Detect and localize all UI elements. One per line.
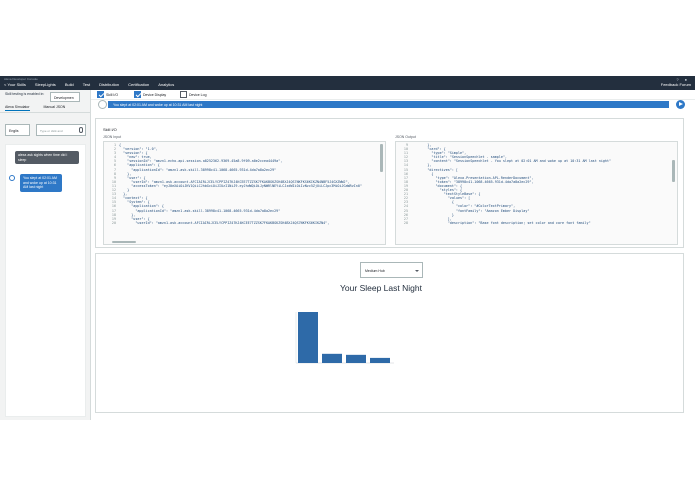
vertical-scrollbar[interactable] [380, 144, 383, 172]
tab-divider [0, 112, 91, 113]
device-log-label: Device Log [189, 92, 207, 97]
language-select[interactable]: Englis [5, 124, 30, 136]
feedback-forum-link[interactable]: Feedback Forum [661, 82, 691, 87]
simulator-tabs: Alexa Simulator Manual JSON [5, 105, 65, 111]
sleep-bar-chart [295, 312, 394, 364]
replay-circle-icon[interactable] [98, 100, 107, 109]
chart-bar [298, 312, 318, 363]
json-input-label: JSON Input [103, 135, 122, 139]
tab-manual-json[interactable]: Manual JSON [44, 105, 66, 111]
menu-distribution[interactable]: Distribution [99, 82, 119, 87]
chart-bar [322, 353, 342, 363]
json-output-text: }, "card": { "type": "Simple", "title": … [411, 143, 611, 225]
json-output-label: JSON Output [395, 135, 416, 139]
code-line: "userId": "amzn1.ask.account.AFCIAIRLJCE… [119, 220, 330, 225]
chart-bar [346, 354, 366, 363]
device-display-panel: Medium Hub Your Sleep Last Night [95, 253, 684, 413]
code-line: "content": "SessionSpeechlet - You slept… [411, 159, 612, 164]
code-line: "accessToken": "eyJ0eXAiOiJKV1QiLCJhbGci… [119, 183, 362, 188]
play-icon[interactable] [676, 100, 685, 109]
stage-select[interactable]: Developmen [50, 92, 80, 102]
skill-io-panel: Skill I/O JSON Input JSON Output 1234567… [95, 118, 684, 248]
line-numbers: 9 10 11 12 13 14 15 16 17 18 19 20 21 22 23 24 25 26 27 28 [396, 143, 408, 225]
line-number: 20 [111, 220, 116, 225]
chart-bar [370, 357, 390, 363]
menu-skill-name[interactable]: SleepLights [35, 82, 56, 87]
chat-history: alexa ask sights when time did i sleep Y… [5, 144, 86, 417]
line-numbers: 1 2 3 4 5 6 7 8 9 10 11 12 13 14 15 16 17 18 19 20 [104, 143, 116, 225]
json-input-editor[interactable]: 1 2 3 4 5 6 7 8 9 10 11 12 13 14 15 16 17 18 19 20 { "versi… [103, 141, 386, 245]
skill-io-title: Skill I/O [103, 127, 117, 132]
skill-io-checkbox[interactable]: Skill I/O [97, 91, 118, 98]
horizontal-scrollbar[interactable] [112, 241, 136, 243]
response-utterance-bar: You slept at 02:01 AM and woke up at 10:… [108, 101, 669, 108]
checkbox-checked-icon[interactable] [97, 91, 104, 98]
menu-analytics[interactable]: Analytics [158, 82, 174, 87]
menu-test[interactable]: Test [83, 82, 90, 87]
menu-your-skills[interactable]: < Your Skills [4, 82, 26, 87]
json-output-editor[interactable]: 9 10 11 12 13 14 15 16 17 18 19 20 21 22 23 24 25 26 27 28 … [395, 141, 678, 245]
console-title-text: Alexa Developer Console [4, 77, 38, 81]
main-menu: < Your Skills SleepLights Build Test Dis… [4, 82, 174, 87]
menu-build[interactable]: Build [65, 82, 74, 87]
top-navigation-bar: Alexa Developer Console ? ● < Your Skill… [0, 76, 695, 90]
json-input-text: { "version": "1.0", "session": { "new": … [119, 143, 362, 225]
device-display-label: Device Display [143, 92, 167, 97]
skill-testing-note: Skill testing is enabled in: [5, 92, 45, 96]
output-toolbar: Skill I/O Device Display Device Log [91, 90, 695, 100]
line-number: 28 [403, 220, 408, 225]
console-title: Alexa Developer Console [4, 77, 38, 81]
user-message-bubble: alexa ask sights when time did i sleep [15, 151, 79, 164]
skill-io-label: Skill I/O [106, 92, 119, 97]
microphone-icon[interactable] [79, 127, 83, 133]
vertical-scrollbar[interactable] [672, 160, 675, 182]
code-line: "description": "Base font description; s… [411, 220, 591, 225]
checkbox-checked-icon[interactable] [134, 91, 141, 98]
device-display-checkbox[interactable]: Device Display [134, 91, 166, 98]
tab-alexa-simulator[interactable]: Alexa Simulator [5, 105, 30, 111]
alexa-response-bubble: You slept at 02:01 AM and woke up at 10:… [20, 174, 62, 192]
checkbox-unchecked-icon[interactable] [180, 91, 187, 98]
simulator-sidebar: Skill testing is enabled in: Developmen … [0, 90, 91, 420]
alexa-ring-icon [9, 175, 15, 181]
menu-certification[interactable]: Certification [128, 82, 149, 87]
device-log-checkbox[interactable]: Device Log [180, 91, 207, 98]
